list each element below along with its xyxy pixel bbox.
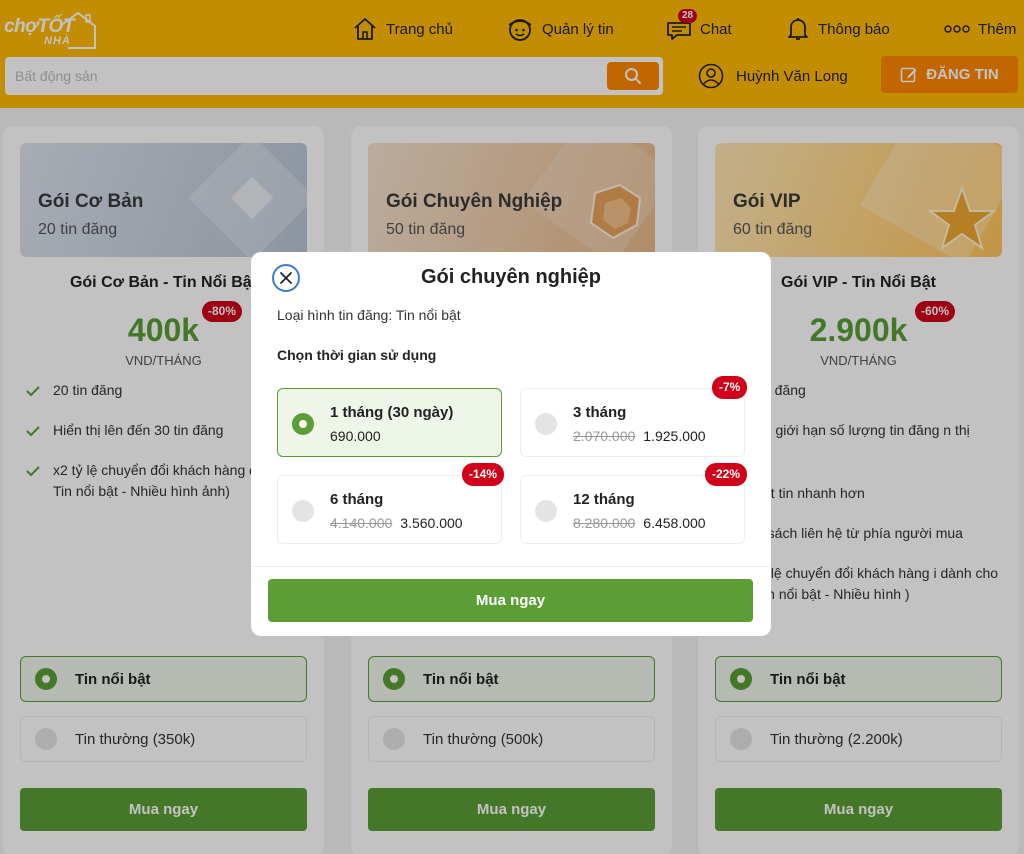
radio-unselected — [535, 413, 557, 435]
duration-label: 3 tháng — [573, 404, 627, 421]
price-original: 8.280.000 — [573, 515, 636, 531]
discount-badge: -7% — [712, 376, 748, 399]
duration-option-6-months[interactable]: 6 tháng 4.140.000 3.560.000 — [277, 475, 502, 544]
package-duration-modal: Gói chuyên nghiệp Loại hình tin đăng: Ti… — [251, 252, 771, 636]
discount-badge: -14% — [462, 463, 505, 486]
radio-unselected — [535, 500, 557, 522]
price-current: 690.000 — [330, 428, 381, 444]
duration-label: 1 tháng (30 ngày) — [330, 404, 454, 421]
duration-label: 6 tháng — [330, 491, 384, 508]
duration-price: 4.140.000 3.560.000 — [330, 515, 463, 531]
discount-badge: -22% — [705, 463, 748, 486]
price-current: 1.925.000 — [643, 428, 706, 444]
listing-type-text: Loại hình tin đăng: Tin nổi bật — [277, 307, 461, 323]
duration-option-12-months[interactable]: 12 tháng 8.280.000 6.458.000 — [520, 475, 745, 544]
price-current: 6.458.000 — [643, 515, 706, 531]
choose-duration-label: Chọn thời gian sử dụng — [277, 347, 437, 363]
price-current: 3.560.000 — [400, 515, 463, 531]
radio-selected — [292, 413, 314, 435]
duration-option-3-months[interactable]: 3 tháng 2.070.000 1.925.000 — [520, 388, 745, 457]
modal-title: Gói chuyên nghiệp — [420, 266, 601, 288]
duration-label: 12 tháng — [573, 491, 635, 508]
price-original: 4.140.000 — [330, 515, 393, 531]
modal-buy-now-button[interactable]: Mua ngay — [268, 579, 753, 622]
duration-price: 2.070.000 1.925.000 — [573, 428, 706, 444]
duration-price: 690.000 — [330, 428, 381, 444]
divider — [251, 566, 771, 567]
duration-option-1-month[interactable]: 1 tháng (30 ngày) 690.000 — [277, 388, 502, 457]
price-original: 2.070.000 — [573, 428, 636, 444]
radio-unselected — [292, 500, 314, 522]
duration-price: 8.280.000 6.458.000 — [573, 515, 706, 531]
